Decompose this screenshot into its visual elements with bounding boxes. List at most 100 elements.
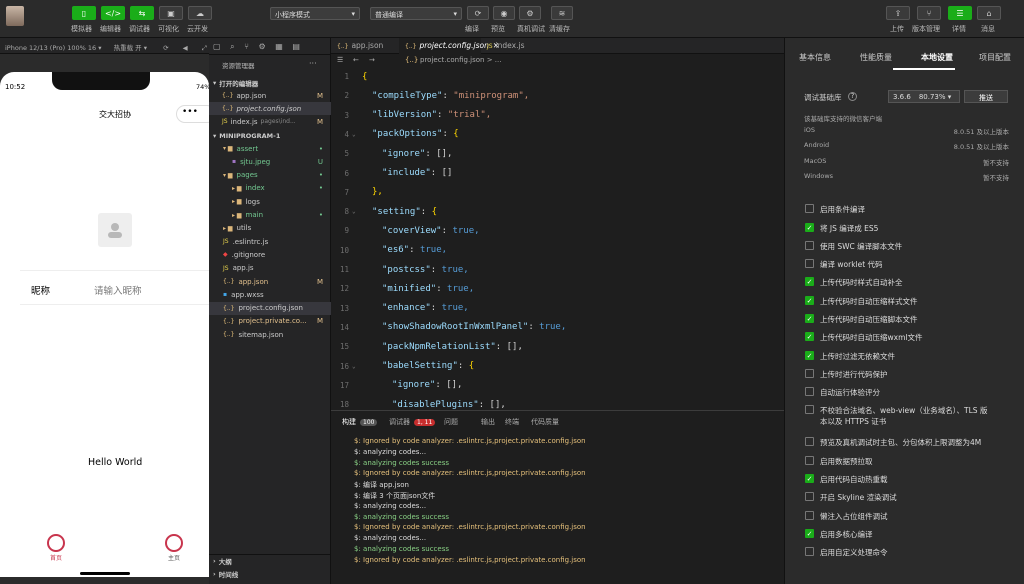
tree-folder[interactable]: ▸ ▆ main • [209, 209, 331, 222]
tree-folder[interactable]: ▸ ▆ index • [209, 182, 331, 195]
console-tab[interactable]: 输出 [481, 417, 495, 427]
refresh-button[interactable]: ⟳ [467, 6, 489, 20]
checkbox-icon[interactable] [805, 547, 814, 556]
setting-option[interactable]: ✓ 上传代码时自动压缩样式文件 [805, 296, 918, 307]
setting-option[interactable]: 启用条件编译 [805, 204, 865, 215]
panel-tab[interactable]: 项目配置 [979, 52, 1011, 63]
checkbox-checked-icon[interactable]: ✓ [805, 529, 814, 538]
checkbox-icon[interactable] [805, 437, 814, 446]
capsule-menu-button[interactable]: ••• [176, 105, 209, 123]
checkbox-checked-icon[interactable]: ✓ [805, 474, 814, 483]
checkbox-checked-icon[interactable]: ✓ [805, 351, 814, 360]
setting-option[interactable]: 启用数据预拉取 [805, 456, 873, 467]
checkbox-icon[interactable] [805, 204, 814, 213]
tree-file[interactable]: JS .eslintrc.js [209, 235, 331, 248]
extensions-icon[interactable]: ▦ [275, 42, 283, 51]
setting-option[interactable]: 编译 worklet 代码 [805, 259, 883, 270]
timeline-header[interactable]: › 时间线 [209, 567, 331, 580]
open-editor-item[interactable]: {..} app.json M [209, 89, 331, 102]
checkbox-icon[interactable] [805, 492, 814, 501]
avatar[interactable] [6, 6, 24, 26]
checkbox-icon[interactable] [805, 387, 814, 396]
avatar-placeholder[interactable] [98, 213, 132, 247]
open-editor-item[interactable]: {..} project.config.json [209, 102, 331, 115]
setting-option[interactable]: 开启 Skyline 渲染调试 [805, 492, 897, 503]
setting-option[interactable]: 自动运行体验评分 [805, 387, 880, 398]
tab-home-icon[interactable] [47, 534, 65, 552]
console-tab[interactable]: 构建 100 [342, 417, 378, 427]
branch-button[interactable]: ⑂ [917, 6, 941, 20]
checkbox-checked-icon[interactable]: ✓ [805, 296, 814, 305]
eye-button[interactable]: ◉ [493, 6, 515, 20]
panel-tab[interactable]: 性能质量 [860, 52, 892, 63]
debug-icon[interactable]: ⚙ [259, 42, 266, 51]
phone-toggle-button[interactable]: ▯ [72, 6, 96, 20]
cloud-toggle-button[interactable]: ☁ [188, 6, 212, 20]
checkbox-checked-icon[interactable]: ✓ [805, 277, 814, 286]
setting-option[interactable]: 上传时进行代码保护 [805, 369, 888, 380]
console-tab[interactable]: 调试器 1, 11 [389, 417, 436, 427]
tree-folder[interactable]: ▸ ▆ utils [209, 222, 331, 235]
tree-folder[interactable]: ▾ ▆ pages • [209, 169, 331, 182]
mode-select[interactable]: 小程序模式 ▾ [270, 7, 360, 20]
fold-icon[interactable]: ⌄ [352, 363, 356, 370]
nickname-input[interactable]: 请输入昵称 [94, 283, 142, 297]
layers-button[interactable]: ≋ [551, 6, 573, 20]
open-editors-header[interactable]: ▾ 打开的编辑器 [209, 76, 331, 89]
device-select[interactable]: iPhone 12/13 (Pro) 100% 16 ▾ [5, 44, 102, 52]
setting-option[interactable]: ✓ 上传代码时自动压缩wxml文件 [805, 332, 922, 343]
help-icon[interactable]: ? [848, 92, 857, 101]
search-icon[interactable]: ⌕ [230, 42, 234, 51]
setting-option[interactable]: ✓ 将 JS 编译成 ES5 [805, 223, 878, 234]
tree-file[interactable]: ◆ .gitignore [209, 248, 331, 261]
checkbox-icon[interactable] [805, 405, 814, 414]
open-editor-item[interactable]: JS index.js pages\ind... M [209, 115, 331, 128]
editor-tab[interactable]: {..} app.json [331, 38, 399, 54]
tree-file[interactable]: {..} project.config.json [209, 301, 331, 315]
checkbox-checked-icon[interactable]: ✓ [805, 332, 814, 341]
outline-header[interactable]: › 大纲 [209, 554, 331, 567]
sound-icon[interactable]: ◀ [183, 44, 188, 52]
compile-select[interactable]: 普通编译 ▾ [370, 7, 462, 20]
tree-file[interactable]: ▪ sjtu.jpeg U [209, 155, 331, 168]
checkbox-icon[interactable] [805, 511, 814, 520]
tree-file[interactable]: {..} project.private.co... M [209, 315, 331, 328]
upload-button[interactable]: ⇪ [886, 6, 910, 20]
tab-home-label[interactable]: 首页 [50, 553, 62, 562]
docker-icon[interactable]: ▤ [292, 42, 300, 51]
checkbox-icon[interactable] [805, 369, 814, 378]
code-editor[interactable]: ☰ ← → {..} project.config.json > ... 1{2… [331, 54, 784, 410]
lib-version-select[interactable]: 3.6.6 80.73% ▾ [888, 90, 960, 103]
files-icon[interactable]: ▢ [213, 42, 221, 51]
git-icon[interactable]: ⑂ [244, 42, 249, 51]
fold-icon[interactable]: ⌄ [352, 208, 356, 215]
tree-file[interactable]: {..} sitemap.json [209, 328, 331, 341]
tab-main-icon[interactable] [165, 534, 183, 552]
setting-option[interactable]: ✓ 上传代码时自动压缩脚本文件 [805, 314, 918, 325]
project-header[interactable]: ▾ MINIPROGRAM-1 [209, 129, 331, 142]
push-button[interactable]: 推送 [964, 90, 1008, 103]
tree-folder[interactable]: ▾ ▆ assert • [209, 142, 331, 155]
device-button[interactable]: ⚙ [519, 6, 541, 20]
back-icon[interactable]: ☰ [337, 56, 343, 64]
checkbox-checked-icon[interactable]: ✓ [805, 314, 814, 323]
refresh-icon[interactable]: ⟳ [163, 44, 168, 52]
tree-file[interactable]: ▪ app.wxss [209, 288, 331, 301]
checkbox-icon[interactable] [805, 456, 814, 465]
checkbox-icon[interactable] [805, 259, 814, 268]
bell-button[interactable]: ⌂ [977, 6, 1001, 20]
debug-toggle-button[interactable]: ⇆ [130, 6, 154, 20]
setting-option[interactable]: ✓ 上传时过滤无依赖文件 [805, 351, 895, 362]
setting-option[interactable]: ✓ 上传代码时样式自动补全 [805, 277, 903, 288]
tree-file[interactable]: {..} app.json M [209, 275, 331, 288]
console-tab[interactable]: 代码质量 [531, 417, 559, 427]
console-tab[interactable]: 终端 [505, 417, 519, 427]
panel-tab[interactable]: 本地设置 [921, 52, 953, 63]
fold-icon[interactable]: ⌄ [352, 131, 356, 138]
expand-icon[interactable]: ⤢ [202, 44, 207, 52]
checkbox-checked-icon[interactable]: ✓ [805, 223, 814, 232]
arrow-left-icon[interactable]: ← [353, 56, 359, 64]
tree-file[interactable]: JS app.js [209, 262, 331, 275]
editor-tab[interactable]: JS index.js [481, 38, 551, 54]
setting-option[interactable]: 预览及真机调试时主包、分包体积上限调整为4M [805, 437, 981, 448]
